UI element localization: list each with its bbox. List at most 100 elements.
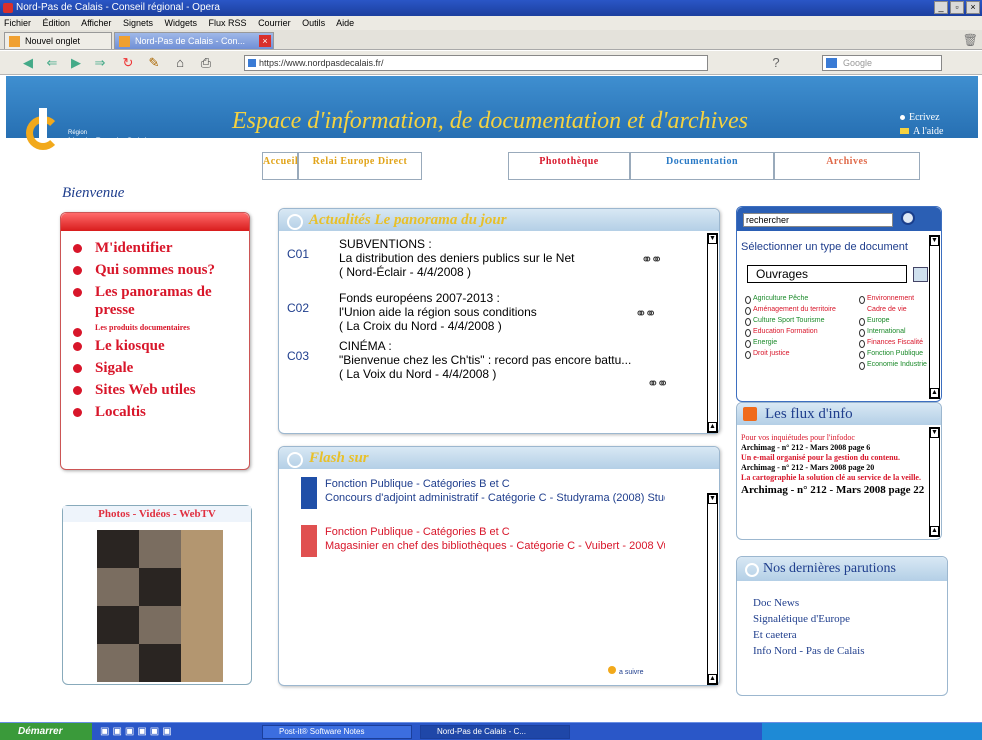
scroll-up-icon[interactable]: ▼ (930, 236, 939, 246)
menu-sigale[interactable]: Sigale (69, 359, 249, 377)
rss-icon[interactable] (743, 407, 757, 421)
nav-accueil[interactable]: Accueil (262, 152, 298, 180)
rewind-icon[interactable]: ⇐ (44, 55, 60, 71)
rechercher-input[interactable] (743, 213, 893, 227)
photo-mosaic[interactable] (97, 530, 223, 682)
scroll-down-icon[interactable]: ▲ (930, 388, 939, 398)
flux-item[interactable]: Un e-mail organisé pour la gestion du co… (741, 453, 927, 463)
menu-courrier[interactable]: Courrier (258, 18, 291, 28)
category-option[interactable]: Education Formation (745, 326, 836, 337)
fast-forward-icon[interactable]: ⇒ (92, 55, 108, 71)
menu-qui-sommes-nous[interactable]: Qui sommes nous? (69, 261, 249, 279)
scroll-up-icon[interactable]: ▼ (708, 494, 717, 504)
menu-produits[interactable]: Les produits documentaires (69, 323, 249, 337)
quick-launch-icons[interactable]: ▣▣▣▣▣▣ (100, 726, 175, 737)
menu-fichier[interactable]: Fichier (4, 18, 31, 28)
category-option[interactable]: Droit justice (745, 348, 836, 359)
news-line: ( La Croix du Nord - 4/4/2008 ) (339, 319, 502, 333)
nav-relai-europe[interactable]: Relai Europe Direct (298, 152, 422, 180)
menu-aide[interactable]: Aide (336, 18, 354, 28)
minimize-button[interactable]: _ (934, 1, 948, 14)
menu-panoramas[interactable]: Les panoramas de presse (69, 283, 249, 319)
scrollbar[interactable]: ▼ ▲ (929, 235, 940, 399)
a-suivre-link[interactable]: a suivre (608, 666, 644, 676)
region-logo[interactable] (26, 108, 60, 150)
category-option[interactable]: International (859, 326, 929, 337)
category-option[interactable]: Energie (745, 337, 836, 348)
chevron-down-icon[interactable] (913, 267, 928, 282)
flux-item[interactable]: Pour vos inquiétudes pour l'infodoc (741, 433, 927, 443)
address-toolbar: ◀ ⇐ ▶ ⇒ ↻ ✎ ⌂ ⎙ https://www.nordpasdecal… (0, 51, 982, 75)
window-titlebar: Nord-Pas de Calais - Conseil régional - … (0, 0, 982, 16)
category-option[interactable]: Economie Industrie (859, 359, 929, 370)
parution-signaletique[interactable]: Signalétique d'Europe (753, 611, 947, 627)
taskbar-opera[interactable]: Nord-Pas de Calais - C... (420, 725, 570, 739)
scroll-down-icon[interactable]: ▲ (930, 526, 939, 536)
glasses-icon[interactable]: ⚭⚭ (635, 305, 671, 321)
nav-phototheque[interactable]: Photothèque (508, 152, 630, 180)
scroll-down-icon[interactable]: ▲ (708, 422, 717, 432)
menu-widgets[interactable]: Widgets (165, 18, 198, 28)
address-input[interactable]: https://www.nordpasdecalais.fr/ (244, 55, 708, 71)
doc-type-select[interactable]: Ouvrages (747, 265, 907, 283)
scroll-up-icon[interactable]: ▼ (708, 234, 717, 244)
print-icon[interactable]: ⎙ (198, 55, 214, 71)
menu-flux-rss[interactable]: Flux RSS (209, 18, 247, 28)
parution-et-caetera[interactable]: Et caetera (753, 627, 947, 643)
scroll-up-icon[interactable]: ▼ (930, 428, 939, 438)
scrollbar[interactable]: ▼ ▲ (929, 427, 940, 537)
menu-kiosque[interactable]: Le kiosque (69, 337, 249, 355)
tab-nord-pas-de-calais[interactable]: Nord-Pas de Calais - Con... × (114, 32, 274, 49)
category-option[interactable]: Aménagement du territoire (745, 304, 836, 315)
category-option[interactable]: Agriculture Pêche (745, 293, 836, 304)
menu-identifier[interactable]: M'identifier (69, 239, 249, 257)
glasses-icon[interactable]: ⚭⚭ (641, 251, 677, 267)
search-input[interactable]: Google (822, 55, 942, 71)
menu-signets[interactable]: Signets (123, 18, 153, 28)
category-option[interactable]: Europe (859, 315, 929, 326)
category-option[interactable]: Environnement Cadre de vie (859, 293, 929, 315)
flux-items: Pour vos inquiétudes pour l'infodoc Arch… (741, 433, 927, 497)
edit-icon[interactable]: ✎ (146, 55, 162, 71)
trash-icon[interactable]: 🗑 (963, 33, 978, 47)
nav-documentation[interactable]: Documentation (630, 152, 774, 180)
scroll-down-icon[interactable]: ▲ (708, 674, 717, 684)
flux-item[interactable]: Archimag - n° 212 - Mars 2008 page 6 (741, 443, 927, 453)
scrollbar[interactable]: ▼ ▲ (707, 233, 718, 433)
flux-item[interactable]: La cartographie la solution clé au servi… (741, 473, 927, 483)
home-icon[interactable]: ⌂ (172, 55, 188, 71)
taskbar-postit[interactable]: Post-it® Software Notes (262, 725, 412, 739)
menu-outils[interactable]: Outils (302, 18, 325, 28)
menu-localtis[interactable]: Localtis (69, 403, 249, 421)
back-icon[interactable]: ◀ (20, 55, 36, 71)
search-go-icon[interactable] (901, 211, 915, 225)
menu-sites-web[interactable]: Sites Web utiles (69, 381, 249, 399)
category-option[interactable]: Finances Fiscalité (859, 337, 929, 348)
scrollbar[interactable]: ▼ ▲ (707, 493, 718, 685)
tab-new[interactable]: Nouvel onglet (4, 32, 112, 49)
reload-icon[interactable]: ↻ (120, 55, 136, 71)
forward-icon[interactable]: ▶ (68, 55, 84, 71)
menu-edition[interactable]: Édition (43, 18, 71, 28)
ecrivez-link[interactable]: Ecrivez (900, 112, 943, 123)
maximize-button[interactable]: ▫ (950, 1, 964, 14)
system-tray (762, 723, 982, 740)
aide-link[interactable]: A l'aide (900, 126, 943, 137)
parution-info-nord[interactable]: Info Nord - Pas de Calais (753, 643, 947, 659)
menu-afficher[interactable]: Afficher (81, 18, 111, 28)
flux-item[interactable]: Archimag - n° 212 - Mars 2008 page 20 (741, 463, 927, 473)
help-icon[interactable]: ? (768, 55, 784, 71)
category-option[interactable]: Culture Sport Tourisme (745, 315, 836, 326)
start-button[interactable]: Démarrer (0, 723, 92, 740)
news-line: ( La Voix du Nord - 4/4/2008 ) (339, 367, 497, 381)
nav-archives[interactable]: Archives (774, 152, 920, 180)
parution-doc-news[interactable]: Doc News (753, 595, 947, 611)
category-option[interactable]: Fonction Publique (859, 348, 929, 359)
news-code: C02 (287, 301, 310, 315)
close-window-button[interactable]: × (966, 1, 980, 14)
flash-line: Fonction Publique - Catégories B et C (325, 526, 510, 538)
glasses-icon[interactable]: ⚭⚭ (647, 375, 683, 391)
flux-item[interactable]: Archimag - n° 212 - Mars 2008 page 22 (741, 483, 927, 497)
photos-title[interactable]: Photos - Vidéos - WebTV (63, 506, 251, 522)
close-tab-icon[interactable]: × (259, 35, 271, 47)
